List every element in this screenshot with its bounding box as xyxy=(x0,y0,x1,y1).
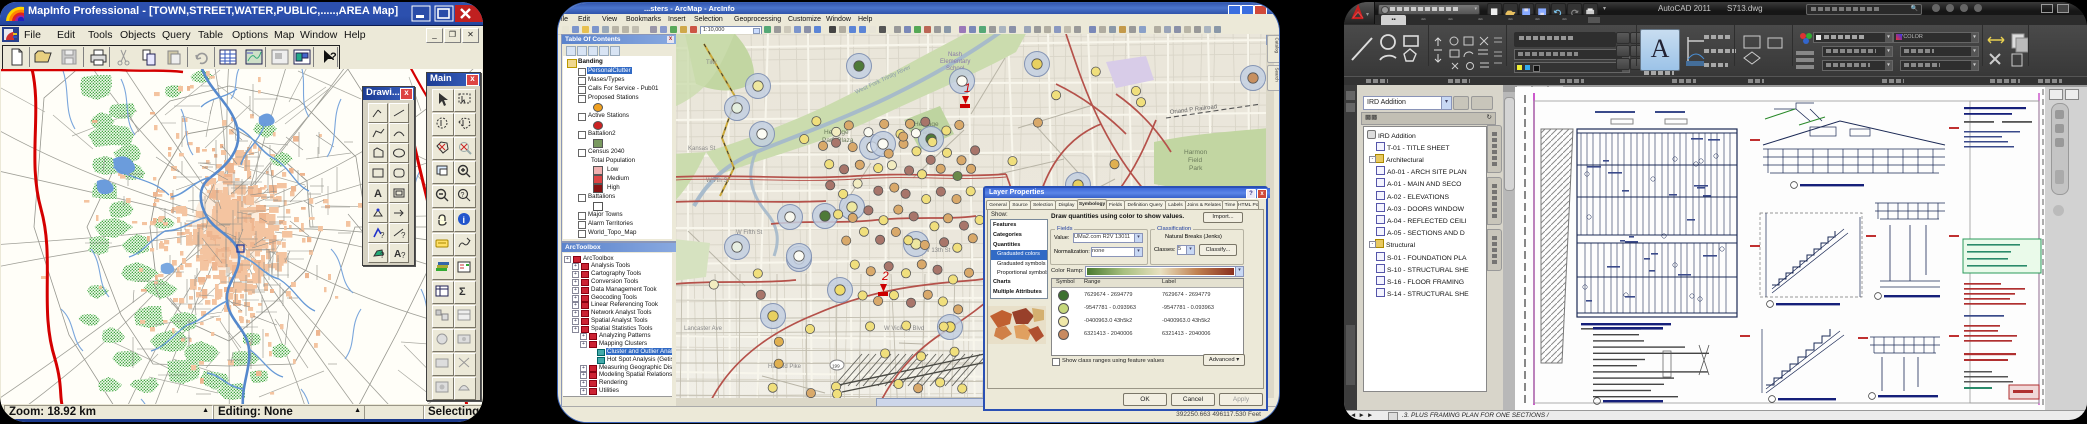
svg-text:?: ? xyxy=(380,251,385,260)
svg-text:?: ? xyxy=(401,231,406,240)
svg-text:Harmon: Harmon xyxy=(1184,149,1208,156)
svg-text:Park: Park xyxy=(1189,165,1203,172)
svg-text:199: 199 xyxy=(832,364,840,369)
svg-text:2: 2 xyxy=(881,269,889,283)
svg-text:Harrold Pike: Harrold Pike xyxy=(768,364,802,370)
svg-text:?: ? xyxy=(401,251,406,260)
svg-text:W 7th St: W 7th St xyxy=(706,178,729,184)
svg-text:Tilw: Tilw xyxy=(706,60,717,66)
svg-text:Elementary: Elementary xyxy=(940,59,970,65)
svg-text:Σ: Σ xyxy=(459,286,466,298)
svg-text:Field: Field xyxy=(1188,157,1202,164)
svg-text:Nash: Nash xyxy=(948,52,962,58)
svg-text:Kansas St: Kansas St xyxy=(688,146,716,152)
svg-text:1: 1 xyxy=(964,81,971,95)
svg-text:?: ? xyxy=(330,51,337,63)
svg-text:i: i xyxy=(463,215,466,225)
svg-text:Lancaster Ave: Lancaster Ave xyxy=(684,326,723,332)
svg-text:A: A xyxy=(374,188,382,200)
svg-text:?: ? xyxy=(380,231,385,240)
svg-text:▾: ▾ xyxy=(1366,12,1369,18)
svg-text:?: ? xyxy=(461,192,465,199)
